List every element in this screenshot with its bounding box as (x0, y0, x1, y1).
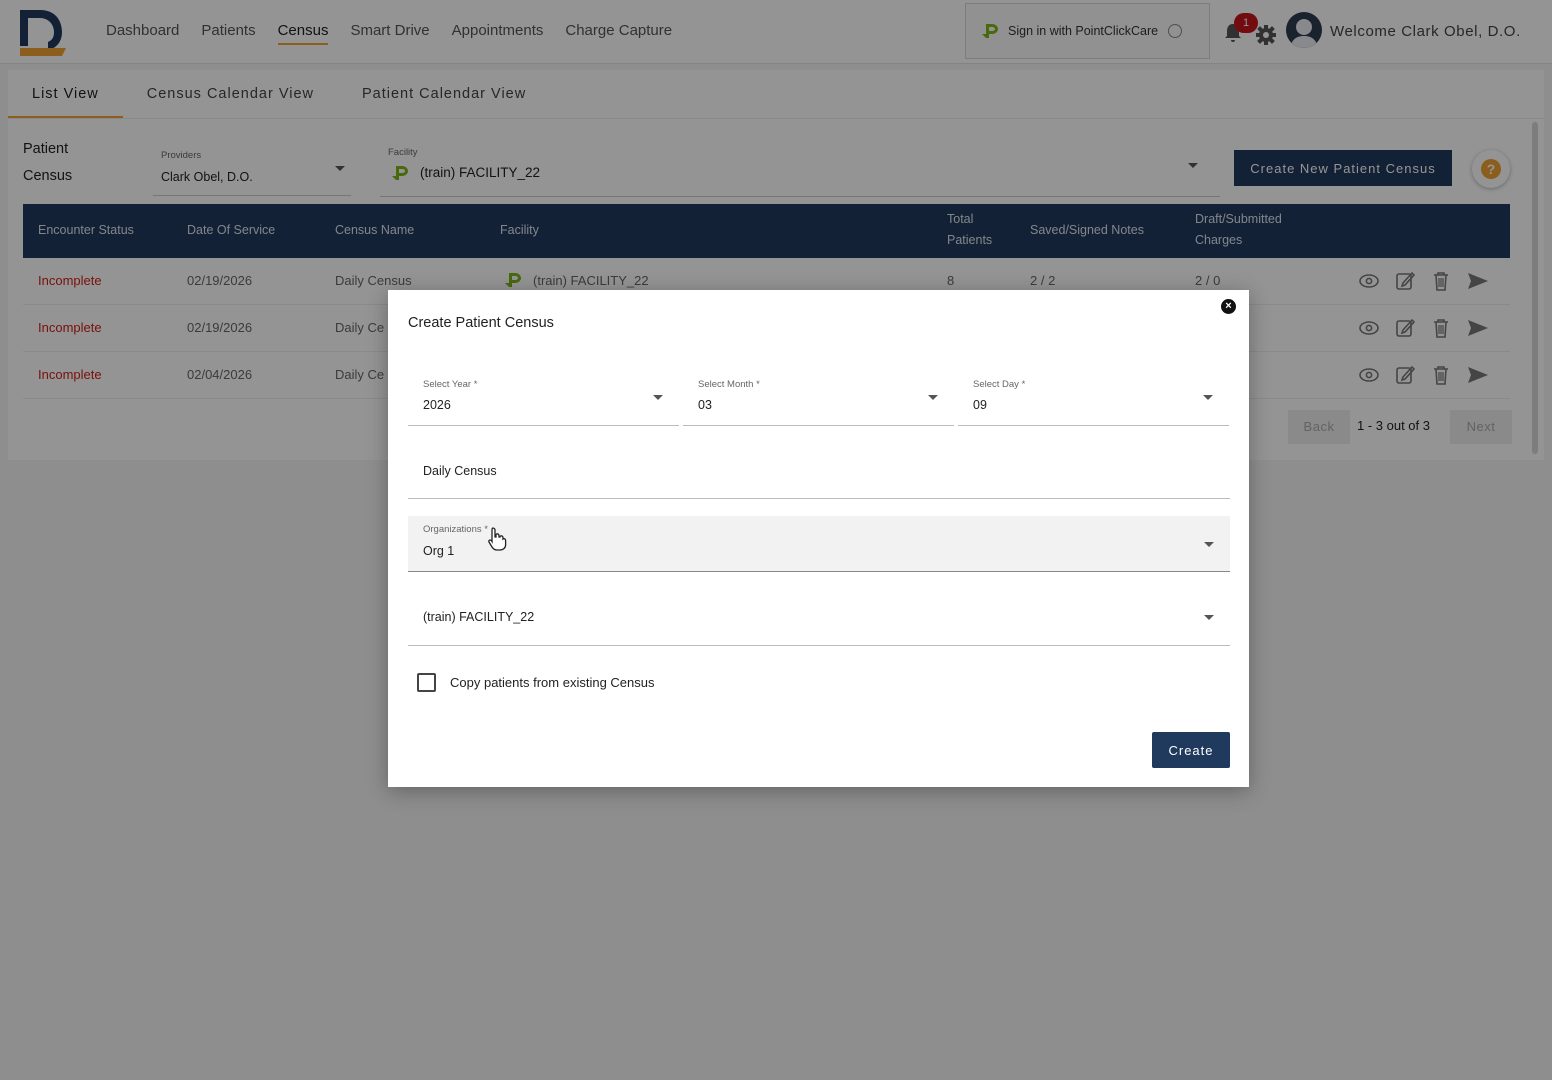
hand-cursor-icon (488, 527, 507, 551)
chevron-down-icon (1204, 615, 1214, 620)
select-day-value: 09 (973, 398, 987, 412)
close-icon[interactable]: × (1221, 299, 1236, 314)
organizations-label: Organizations * (423, 524, 488, 535)
chevron-down-icon (928, 395, 938, 400)
select-day[interactable]: Select Day * 09 (958, 370, 1229, 426)
select-year-value: 2026 (423, 398, 451, 412)
census-name-input[interactable]: Daily Census (408, 450, 1230, 499)
organizations-select[interactable]: Organizations * Org 1 (408, 516, 1230, 572)
chevron-down-icon (1203, 395, 1213, 400)
copy-patients-checkbox[interactable] (417, 673, 436, 692)
copy-patients-label: Copy patients from existing Census (450, 675, 655, 690)
facility-dialog-value: (train) FACILITY_22 (423, 610, 535, 624)
census-name-value: Daily Census (423, 464, 497, 478)
select-year[interactable]: Select Year * 2026 (408, 370, 679, 426)
select-month-label: Select Month * (698, 379, 760, 390)
select-day-label: Select Day * (973, 379, 1026, 390)
select-month-value: 03 (698, 398, 712, 412)
create-button[interactable]: Create (1152, 732, 1230, 768)
create-census-dialog: Create Patient Census × Select Year * 20… (388, 290, 1249, 787)
chevron-down-icon (653, 395, 663, 400)
organizations-value: Org 1 (423, 544, 455, 558)
dialog-title: Create Patient Census (408, 315, 554, 331)
facility-select-dialog[interactable]: (train) FACILITY_22 (408, 590, 1230, 646)
select-year-label: Select Year * (423, 379, 478, 390)
chevron-down-icon (1204, 542, 1214, 547)
copy-patients-option[interactable]: Copy patients from existing Census (417, 673, 654, 692)
select-month[interactable]: Select Month * 03 (683, 370, 954, 426)
